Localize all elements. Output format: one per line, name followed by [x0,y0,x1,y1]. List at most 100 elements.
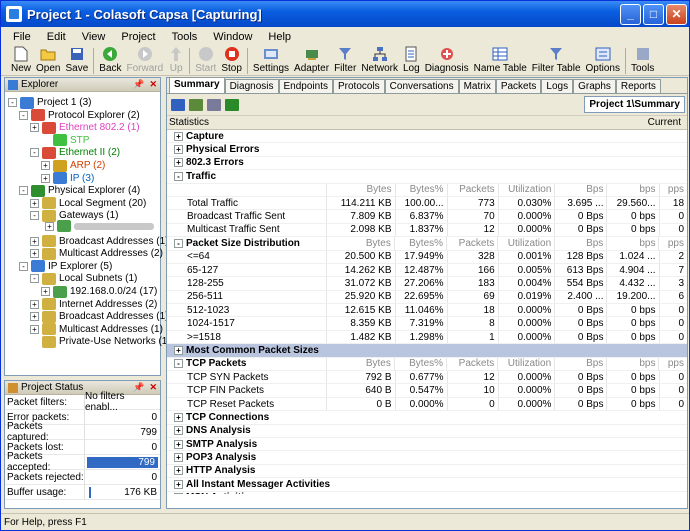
tab-graphs[interactable]: Graphs [573,79,616,93]
forward-button[interactable]: Forward [127,46,163,76]
expand-icon[interactable]: + [174,145,183,155]
tree-node[interactable]: - IP Explorer (5) [19,260,112,273]
menu-edit[interactable]: Edit [39,31,74,43]
collapse-icon[interactable]: - [174,238,183,248]
tree-node[interactable]: + Local Segment (20) [30,197,146,210]
statistics-column-header[interactable]: Statistics Current [167,116,687,130]
adapter-button[interactable]: Adapter [294,46,329,76]
tree-node[interactable]: + Multicast Addresses (1) [30,323,163,336]
tree-node[interactable]: +192.168.0.0/24 (17) [41,285,157,298]
save-button[interactable]: Save [65,46,88,76]
tab-summary[interactable]: Summary [169,77,225,93]
save-report-icon[interactable] [171,98,185,111]
expand-icon[interactable]: + [30,312,39,322]
tree-node[interactable]: + ARP (2) [41,159,105,172]
grid-row[interactable]: Multicast Traffic Sent 2.098 KB 1.837% 12 0.… [167,223,687,238]
grid-row[interactable]: 512-1023 12.615 KB 11.046% 18 0.000% 0 Bps 0 b… [167,304,687,318]
collapse-icon[interactable]: - [8,98,17,107]
collapse-icon[interactable]: - [30,274,39,284]
grid-row[interactable]: Bytes Bytes% Packets Utilization Bps bps pps [167,183,687,197]
grid-row[interactable]: + DNS Analysis [167,425,687,438]
collapse-icon[interactable]: - [174,359,183,369]
expand-icon[interactable]: + [30,249,39,259]
expand-icon[interactable]: + [174,158,183,168]
grid-row[interactable]: +MSN Activities [167,492,687,494]
expand-icon[interactable]: + [174,439,183,449]
grid-row[interactable]: + Capture [167,130,687,144]
maximize-button[interactable]: □ [643,3,664,25]
tree-node[interactable]: - Protocol Explorer (2) [19,109,140,122]
grid-row[interactable]: Broadcast Traffic Sent 7.809 KB 6.837% 70 0.… [167,210,687,224]
name-table-button[interactable]: Name Table [474,46,527,76]
tab-logs[interactable]: Logs [541,79,574,93]
tree-node[interactable]: + Broadcast Addresses (1) [30,310,169,323]
grid-row[interactable]: TCP Reset Packets 0 B 0.000% 0 0.000% 0 Bps 0 … [167,397,687,412]
menu-file[interactable]: File [5,31,39,43]
grid-row[interactable]: 256-511 25.920 KB 22.695% 69 0.019% 2.400 ...… [167,290,687,305]
close-icon[interactable]: ✕ [149,79,157,90]
tree-node[interactable]: + IP (3) [41,172,94,185]
grid-row[interactable]: + HTTP Analysis [167,465,687,479]
collapse-icon[interactable]: - [174,171,183,181]
expand-icon[interactable]: + [30,236,39,246]
grid-row[interactable]: >=1518 1.482 KB 1.298% 1 0.000% 0 Bps 0 bps 0 [167,330,687,345]
new-button[interactable]: New [11,46,31,76]
diagnosis-button[interactable]: Diagnosis [425,46,469,76]
open-button[interactable]: Open [36,46,60,76]
tab-diagnosis[interactable]: Diagnosis [224,79,279,93]
collapse-icon[interactable]: - [19,261,28,271]
grid-row[interactable]: +802.3 Errors [167,157,687,171]
tree-node[interactable]: + Internet Addresses (2) [30,298,157,311]
tab-conversations[interactable]: Conversations [384,79,459,93]
menu-view[interactable]: View [74,31,114,43]
tree-node[interactable]: - Physical Explorer (4) [19,184,140,197]
filter-button[interactable]: Filter [334,46,356,76]
expand-icon[interactable]: + [41,287,50,296]
grid-row[interactable]: + All Instant Messager Activities [167,478,687,492]
collapse-icon[interactable]: - [19,186,28,196]
expand-icon[interactable]: + [174,131,183,141]
expand-icon[interactable]: + [174,453,183,463]
tree-node[interactable]: + Multicast Addresses (2) [30,247,163,260]
expand-icon[interactable]: + [30,198,39,208]
tab-protocols[interactable]: Protocols [332,79,385,93]
expand-icon[interactable]: + [174,493,183,494]
grid-row[interactable]: - Traffic [167,170,687,184]
grid-row[interactable]: + POP3 Analysis [167,451,687,465]
expand-icon[interactable]: + [30,324,39,334]
start-button[interactable]: Start [195,46,216,76]
pin-icon[interactable]: 📌 [133,79,144,90]
tab-matrix[interactable]: Matrix [458,79,496,93]
expand-icon[interactable]: + [45,221,54,231]
expand-icon[interactable]: + [30,123,39,133]
options-button[interactable]: Options [586,46,620,76]
expand-icon[interactable]: + [30,299,39,309]
menu-help[interactable]: Help [260,31,299,43]
grid-row[interactable]: 128-255 31.072 KB 27.206% 183 0.004% 554 Bps 4… [167,277,687,291]
minimize-button[interactable]: _ [620,3,641,25]
collapse-icon[interactable]: - [30,211,39,221]
grid-row[interactable]: TCP FIN Packets 640 B 0.547% 10 0.000% 0 Bps 0… [167,384,687,398]
log-button[interactable]: Log [403,46,420,76]
close-button[interactable]: ✕ [666,3,687,25]
expand-icon[interactable]: + [174,479,183,489]
tree-node[interactable]: - Project 1 (3) [8,96,92,109]
tree-node[interactable]: STP [41,134,89,147]
tab-endpoints[interactable]: Endpoints [278,79,333,93]
grid-row[interactable]: + TCP Connections [167,411,687,425]
grid-row[interactable]: + SMTP Analysis [167,438,687,452]
expand-icon[interactable]: + [174,426,183,436]
tab-packets[interactable]: Packets [495,79,542,93]
menu-project[interactable]: Project [113,31,163,43]
view-options-icon[interactable] [207,98,221,111]
expand-icon[interactable]: + [41,161,50,170]
grid-row[interactable]: <=64 20.500 KB 17.949% 328 0.001% 128 Bps 1.02… [167,250,687,264]
collapse-icon[interactable]: - [19,110,28,120]
tree-node[interactable]: - Local Subnets (1) [30,272,137,285]
grid-row[interactable]: 1024-1517 8.359 KB 7.319% 8 0.000% 0 Bps 0 bps… [167,317,687,331]
refresh-icon[interactable] [225,98,239,111]
tab-reports[interactable]: Reports [615,79,661,93]
expand-icon[interactable]: + [174,466,183,476]
gateway-item[interactable]: + [45,220,154,233]
tree-node[interactable]: + Ethernet 802.2 (1) [30,121,140,134]
